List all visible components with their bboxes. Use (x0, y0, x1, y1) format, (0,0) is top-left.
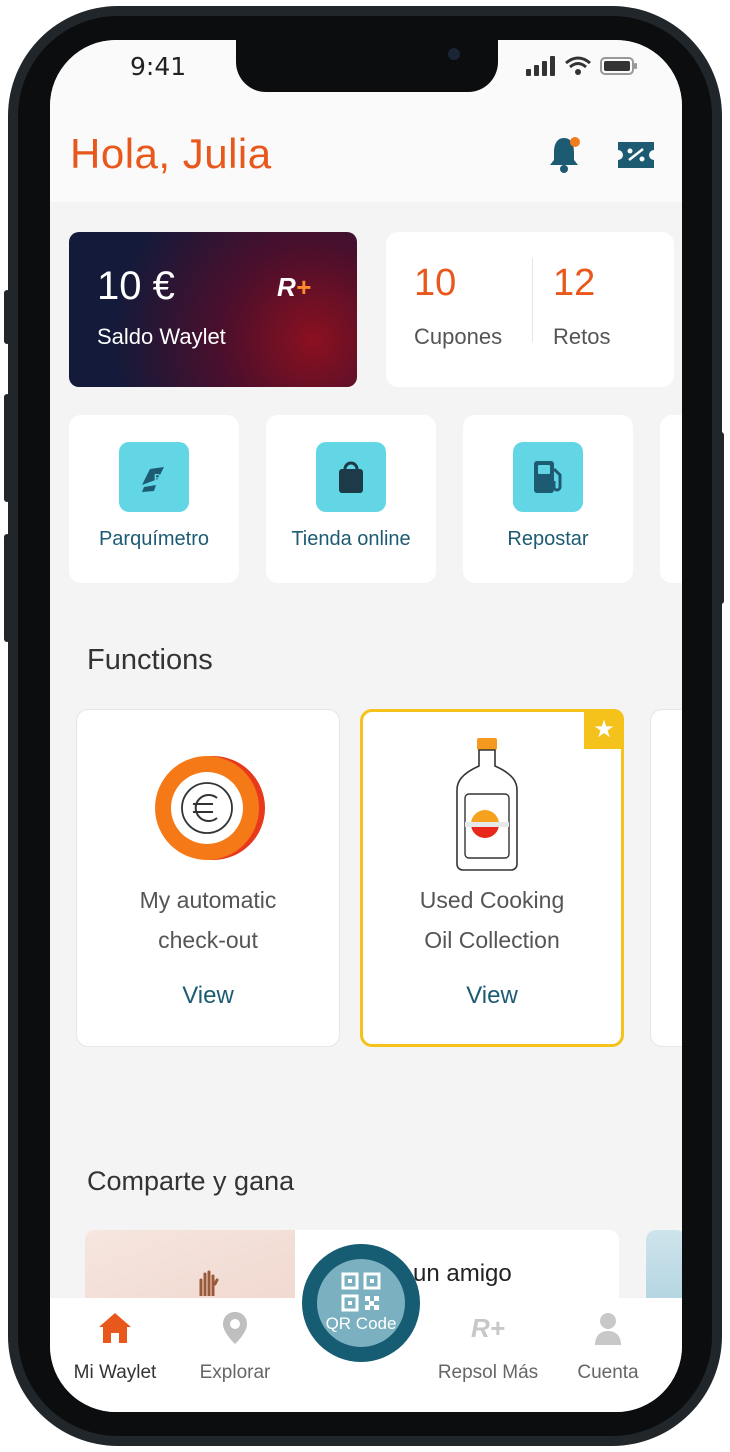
quick-action-more[interactable] (660, 415, 682, 583)
coupons-label[interactable]: Cupones (414, 324, 502, 350)
qr-inner: QR Code (317, 1259, 405, 1347)
share-text: un amigo (413, 1260, 512, 1287)
function-title-line: Oil Collection (424, 927, 560, 953)
side-button (4, 534, 10, 642)
oil-bottle-icon (456, 738, 518, 871)
side-button (4, 290, 10, 344)
hand-icon (199, 1270, 219, 1296)
user-icon (548, 1308, 668, 1348)
nav-item-mi-waylet[interactable]: Mi Waylet (55, 1308, 175, 1384)
status-icons (526, 56, 638, 76)
quick-action-label: Tienda online (291, 528, 411, 550)
nav-label: Mi Waylet (73, 1362, 157, 1383)
header: Hola, Julia (50, 96, 682, 202)
quick-action-label: Parquímetro (98, 528, 210, 550)
fuel-icon (513, 442, 583, 512)
signal-icon (526, 56, 555, 76)
quick-action-shop[interactable]: Tienda online (266, 415, 436, 583)
star-icon: ★ (584, 709, 624, 749)
nav-label: Repsol Más (437, 1362, 539, 1383)
quick-action-label: Repostar (507, 528, 589, 550)
nav-item-explorar[interactable]: Explorar (175, 1308, 295, 1384)
qr-icon (341, 1272, 381, 1312)
camera (448, 48, 460, 60)
function-title-line: Used Cooking (419, 887, 565, 913)
wifi-icon (565, 56, 591, 75)
view-button[interactable]: View (363, 982, 621, 1010)
nav-item-cuenta[interactable]: Cuenta (548, 1308, 668, 1384)
balance-label: Saldo Waylet (97, 324, 226, 349)
status-time: 9:41 (130, 52, 187, 81)
nav-label: Explorar (199, 1362, 271, 1383)
challenges-label[interactable]: Retos (553, 324, 610, 350)
quick-action-parking[interactable]: P Parquímetro (69, 415, 239, 583)
side-button (718, 432, 724, 604)
quick-action-fuel[interactable]: Repostar (463, 415, 633, 583)
greeting: Hola, Julia (70, 130, 272, 177)
function-title-line: My automatic (139, 887, 277, 913)
coupons-count[interactable]: 10 (414, 262, 456, 305)
counts-card: 10 Cupones 12 Retos (386, 232, 674, 387)
view-button[interactable]: View (77, 982, 339, 1010)
qr-label: QR Code (325, 1314, 397, 1333)
function-title-line: check-out (158, 927, 258, 953)
status-bar: 9:41 (50, 40, 682, 96)
balance-amount: 10 € (97, 264, 175, 308)
euro-coin-icon (155, 756, 265, 860)
function-title: Used Cooking Oil Collection (363, 880, 621, 960)
side-button (4, 394, 10, 502)
shopping-bag-icon (316, 442, 386, 512)
nav-label: Cuenta (577, 1362, 639, 1383)
share-title: Comparte y gana (87, 1166, 295, 1196)
svg-text:P: P (154, 473, 161, 484)
parking-icon: P (119, 442, 189, 512)
functions-title: Functions (87, 644, 213, 676)
function-card-featured[interactable]: ★ Used Cooking Oil Collection View (360, 709, 624, 1047)
nav-item-repsol-mas[interactable]: R+ Repsol Más (428, 1308, 548, 1384)
home-icon (55, 1308, 175, 1348)
battery-icon (600, 57, 637, 75)
function-card[interactable]: My automatic check-out View (76, 709, 340, 1047)
screen: 9:41 Hola, Julia 10 € Saldo Waylet R+ 10… (50, 40, 682, 1412)
notch (236, 40, 498, 92)
map-pin-icon (175, 1308, 295, 1348)
rplus-logo: R+ (277, 272, 311, 302)
divider (532, 258, 533, 342)
challenges-count[interactable]: 12 (553, 262, 595, 305)
ticket-icon[interactable] (616, 140, 656, 170)
rplus-icon: R+ (471, 1312, 505, 1343)
qr-code-button[interactable]: QR Code (302, 1244, 420, 1362)
bell-icon[interactable] (546, 134, 582, 174)
function-title: My automatic check-out (77, 880, 339, 960)
function-card[interactable] (650, 709, 682, 1047)
balance-card[interactable]: 10 € Saldo Waylet R+ (69, 232, 357, 387)
